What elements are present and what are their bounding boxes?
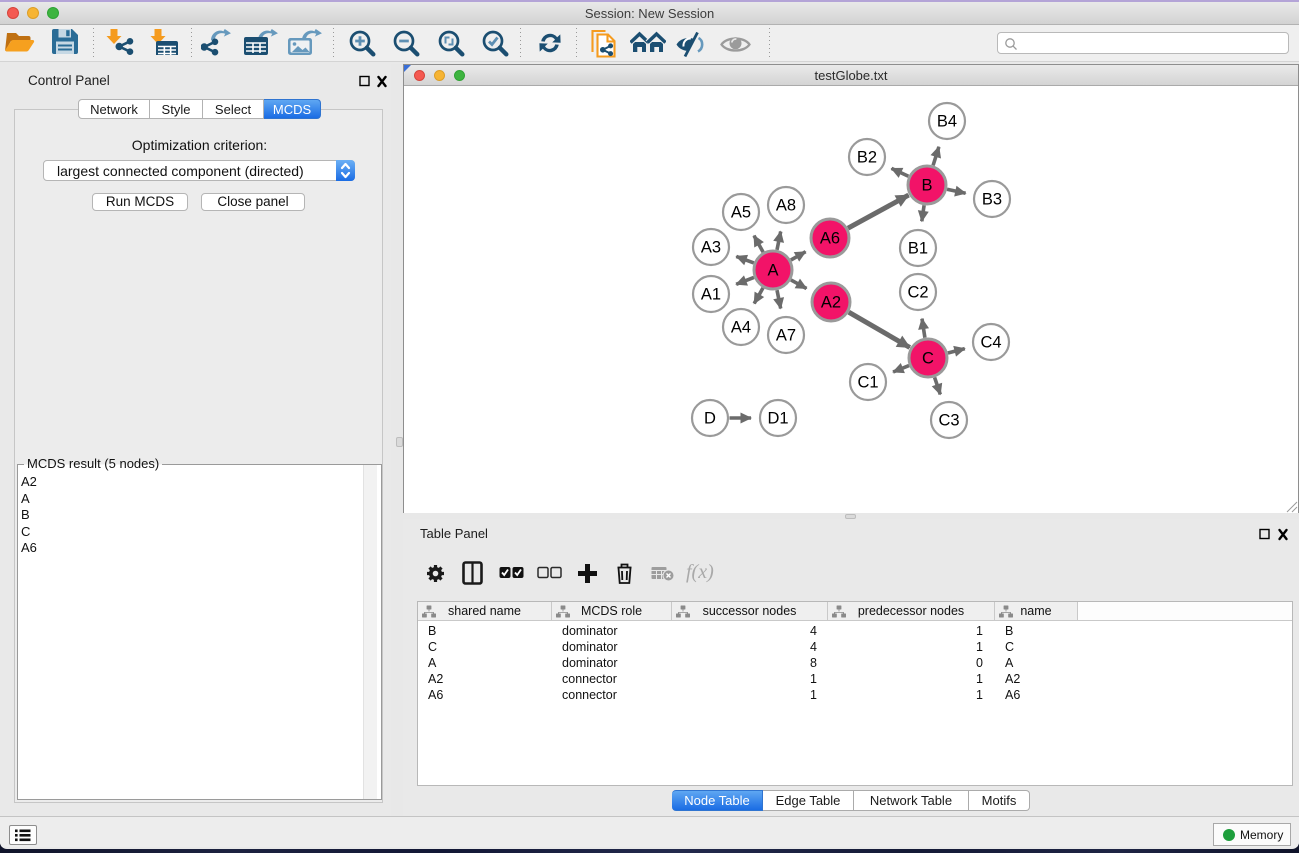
svg-text:A4: A4	[731, 319, 751, 337]
svg-text:D: D	[704, 410, 716, 428]
svg-text:B4: B4	[937, 113, 957, 131]
svg-text:C4: C4	[980, 334, 1001, 352]
svg-text:D1: D1	[767, 410, 788, 428]
svg-text:A6: A6	[820, 230, 840, 248]
svg-text:C1: C1	[857, 374, 878, 392]
svg-text:A7: A7	[776, 327, 796, 345]
svg-text:B1: B1	[908, 240, 928, 258]
svg-text:A3: A3	[701, 239, 721, 257]
svg-text:A5: A5	[731, 204, 751, 222]
svg-text:A2: A2	[821, 294, 841, 312]
svg-text:A1: A1	[701, 286, 721, 304]
svg-text:B: B	[921, 177, 932, 195]
svg-text:A: A	[767, 262, 778, 280]
svg-text:B2: B2	[857, 149, 877, 167]
svg-text:B3: B3	[982, 191, 1002, 209]
svg-text:C3: C3	[938, 412, 959, 430]
svg-text:C2: C2	[907, 284, 928, 302]
svg-text:C: C	[922, 350, 934, 368]
svg-text:A8: A8	[776, 197, 796, 215]
